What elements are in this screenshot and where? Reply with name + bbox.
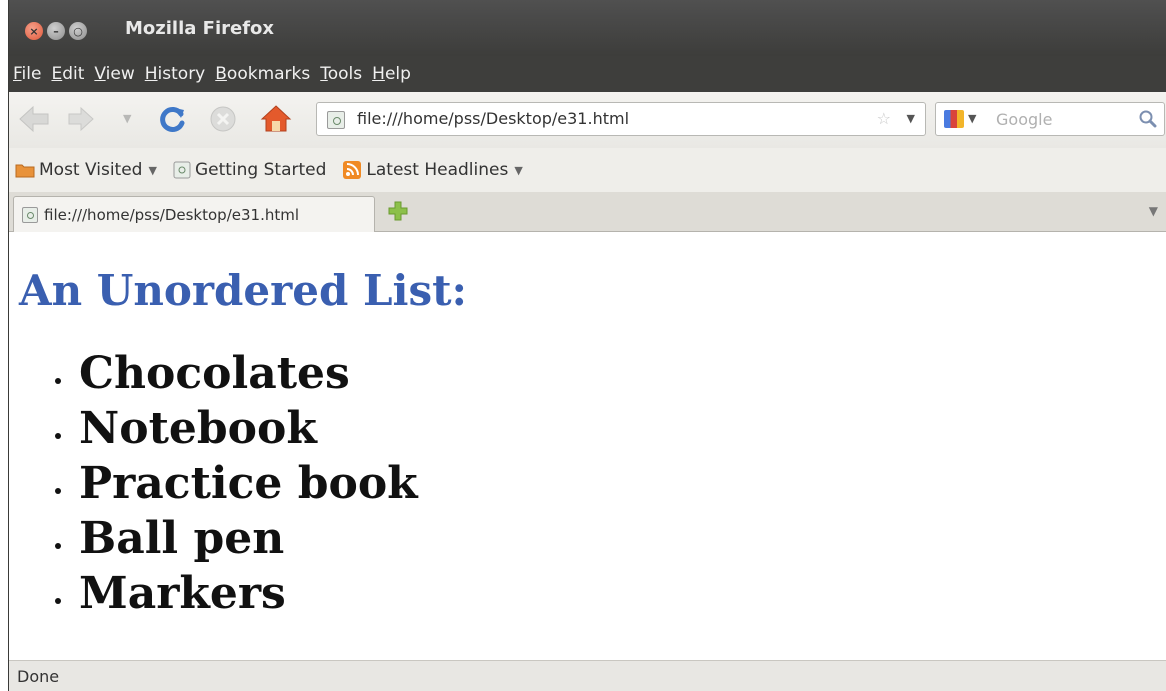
rss-feed-icon	[342, 160, 362, 180]
close-window-button[interactable]: ×	[25, 22, 43, 40]
search-placeholder: Google	[996, 110, 1053, 129]
chevron-down-icon: ▼	[514, 163, 523, 177]
bookmark-latest-headlines[interactable]: Latest Headlines ▼	[342, 160, 523, 180]
google-engine-icon[interactable]	[944, 110, 964, 128]
menu-bar: File Edit View History Bookmarks Tools H…	[9, 56, 1166, 92]
forward-arrow-icon	[68, 106, 94, 132]
list-item: Practice book	[55, 456, 418, 511]
menu-view[interactable]: View	[94, 64, 134, 84]
minimize-icon: –	[53, 24, 59, 38]
bookmark-label: Latest Headlines	[366, 160, 509, 180]
status-text: Done	[17, 666, 60, 686]
page-icon	[173, 161, 191, 179]
engine-dropdown-icon[interactable]: ▼	[968, 112, 976, 125]
chevron-down-icon: ▼	[148, 163, 157, 177]
list-item: Notebook	[55, 401, 418, 456]
menu-tools[interactable]: Tools	[320, 64, 362, 84]
list-item-text: Notebook	[79, 403, 317, 454]
list-item-text: Ball pen	[79, 513, 285, 564]
browser-window: × – ○ Mozilla Firefox File Edit View His…	[8, 0, 1166, 691]
reload-button[interactable]	[157, 104, 187, 134]
home-icon	[260, 105, 292, 132]
menu-bookmarks[interactable]: Bookmarks	[215, 64, 310, 84]
bullet-icon	[55, 597, 61, 604]
home-button[interactable]	[259, 103, 293, 133]
list-item: Markers	[55, 566, 418, 621]
bookmark-most-visited[interactable]: Most Visited ▼	[15, 160, 157, 180]
window-title: Mozilla Firefox	[125, 18, 275, 39]
bullet-icon	[55, 432, 61, 439]
tab-active[interactable]: file:///home/pss/Desktop/e31.html	[13, 196, 375, 232]
stop-icon	[210, 106, 236, 132]
page-icon	[22, 206, 38, 223]
list-item: Ball pen	[55, 511, 418, 566]
title-bar: × – ○ Mozilla Firefox	[9, 0, 1166, 58]
bullet-icon	[55, 542, 61, 549]
page-heading: An Unordered List:	[19, 266, 468, 315]
tab-bar: file:///home/pss/Desktop/e31.html ▼	[9, 192, 1166, 232]
status-bar: Done	[9, 660, 1166, 691]
url-text: file:///home/pss/Desktop/e31.html	[357, 109, 630, 128]
url-history-dropdown-icon[interactable]: ▼	[907, 112, 915, 125]
bookmark-label: Getting Started	[194, 160, 327, 180]
list-all-tabs-icon[interactable]: ▼	[1149, 204, 1158, 218]
page-content: An Unordered List: Chocolates Notebook P…	[9, 232, 1166, 660]
search-box[interactable]: ▼ Google	[935, 102, 1165, 136]
maximize-window-button[interactable]: ○	[69, 22, 87, 40]
tab-label: file:///home/pss/Desktop/e31.html	[44, 205, 300, 224]
new-tab-button[interactable]	[387, 200, 409, 226]
list-item: Chocolates	[55, 346, 418, 401]
maximize-icon: ○	[73, 24, 83, 38]
menu-help[interactable]: Help	[372, 64, 411, 84]
list-item-text: Chocolates	[79, 348, 350, 399]
history-dropdown[interactable]: ▼	[123, 112, 131, 125]
reload-icon	[160, 107, 185, 132]
menu-edit[interactable]: Edit	[51, 64, 84, 84]
bookmark-star-icon[interactable]: ☆	[877, 109, 891, 128]
plus-icon	[388, 201, 408, 221]
minimize-window-button[interactable]: –	[47, 22, 65, 40]
search-icon[interactable]	[1138, 109, 1158, 133]
menu-file[interactable]: File	[13, 64, 41, 84]
list-item-text: Practice book	[79, 458, 418, 509]
back-arrow-icon	[19, 105, 49, 133]
chevron-down-icon: ▼	[123, 112, 132, 125]
bullet-icon	[55, 377, 61, 384]
menu-history[interactable]: History	[145, 64, 206, 84]
close-icon: ×	[29, 24, 39, 38]
stop-button[interactable]	[209, 105, 237, 133]
bookmarks-toolbar: Most Visited ▼ Getting Started Latest He…	[9, 148, 1166, 192]
list-item-text: Markers	[79, 568, 286, 619]
bookmark-label: Most Visited	[39, 160, 143, 180]
bookmark-getting-started[interactable]: Getting Started	[173, 160, 326, 180]
unordered-list: Chocolates Notebook Practice book Ball p…	[55, 346, 418, 621]
folder-icon	[15, 162, 35, 178]
page-identity-icon[interactable]	[327, 111, 345, 129]
forward-button[interactable]	[67, 106, 95, 132]
url-bar[interactable]: file:///home/pss/Desktop/e31.html ☆ ▼	[316, 102, 926, 136]
back-button[interactable]	[17, 104, 51, 134]
bullet-icon	[55, 487, 61, 494]
navigation-toolbar: ▼ file:///home/pss/Desktop/e31.html ☆ ▼ …	[9, 92, 1166, 148]
